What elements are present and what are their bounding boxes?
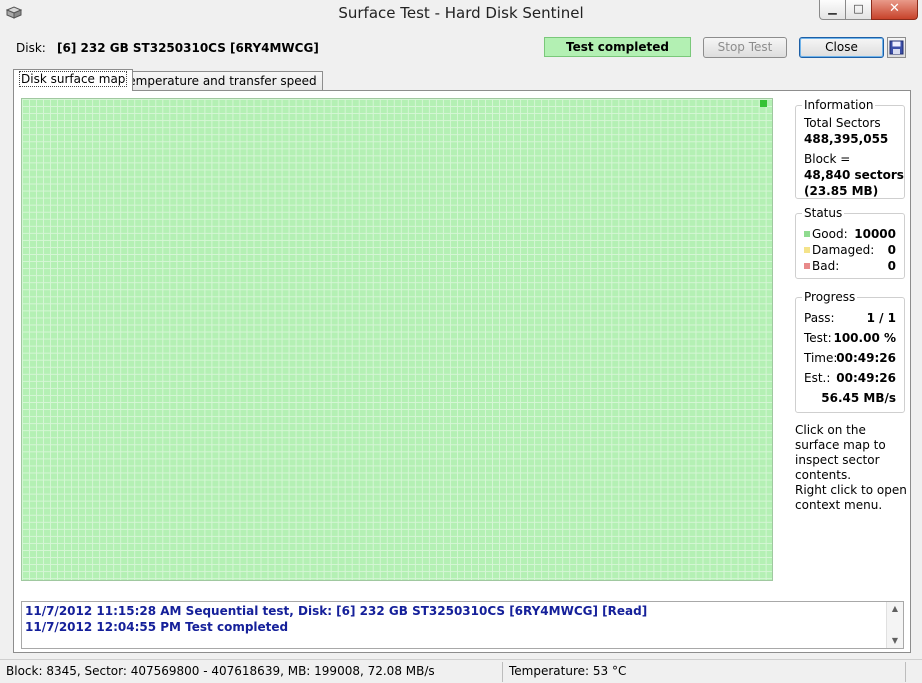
information-title: Information (802, 98, 876, 112)
save-button[interactable] (887, 37, 906, 58)
tab-disk-surface-map[interactable]: Disk surface map (13, 69, 134, 91)
title-bar: Surface Test - Hard Disk Sentinel ▁ □ ✕ (0, 0, 922, 28)
status-group: Status Good: 10000 Damaged: 0 Bad: 0 (795, 206, 905, 279)
bad-label: Bad: (812, 259, 840, 273)
minimize-button[interactable]: ▁ (819, 0, 846, 20)
close-button[interactable]: Close (799, 37, 884, 58)
window-close-button[interactable]: ✕ (871, 0, 918, 20)
progress-title: Progress (802, 290, 858, 304)
block-sectors-value: 48,840 sectors (804, 168, 904, 182)
test-label: Test: (804, 331, 832, 345)
right-click-hint: Right click to open context menu. (795, 483, 907, 512)
scroll-down-arrow-icon[interactable]: ▼ (887, 634, 903, 648)
information-group: Information Total Sectors 488,395,055 Bl… (795, 98, 905, 199)
damaged-color-swatch (804, 247, 810, 253)
stop-test-button[interactable]: Stop Test (703, 37, 787, 58)
transfer-speed-value: 56.45 MB/s (821, 391, 896, 405)
pass-label: Pass: (804, 311, 835, 325)
test-status-indicator: Test completed (544, 37, 691, 57)
log-scrollbar[interactable]: ▲ ▼ (886, 602, 903, 648)
time-label: Time: (804, 351, 838, 365)
est-label: Est.: (804, 371, 831, 385)
floppy-disk-icon (889, 40, 904, 55)
click-hint: Click on the surface map to inspect sect… (795, 423, 886, 482)
log-list[interactable]: 11/7/2012 11:15:28 AM Sequential test, D… (21, 601, 904, 649)
disk-name: [6] 232 GB ST3250310CS [6RY4MWCG] (57, 41, 319, 55)
disk-label: Disk: (16, 41, 46, 55)
est-value: 00:49:26 (836, 371, 896, 385)
status-bar: Block: 8345, Sector: 407569800 - 4076186… (0, 659, 922, 683)
total-sectors-value: 488,395,055 (804, 132, 889, 146)
status-separator (502, 662, 503, 682)
bad-color-swatch (804, 263, 810, 269)
block-label: Block = (804, 152, 851, 166)
tab-label: Temperature and transfer speed (123, 74, 317, 88)
log-entry: 11/7/2012 11:15:28 AM Sequential test, D… (25, 604, 648, 618)
test-percent-value: 100.00 % (833, 331, 896, 345)
damaged-count: 0 (887, 243, 896, 257)
current-block-marker (760, 100, 767, 107)
tab-panel: Information Total Sectors 488,395,055 Bl… (13, 90, 911, 653)
progress-group: Progress Pass: 1 / 1 Test: 100.00 % Time: 0… (795, 290, 905, 413)
status-title: Status (802, 206, 845, 220)
good-label: Good: (812, 227, 848, 241)
good-count: 10000 (854, 227, 896, 241)
temperature-readout: Temperature: 53 °C (509, 664, 627, 678)
block-size-value: (23.85 MB) (804, 184, 879, 198)
status-separator (905, 662, 906, 682)
window-title: Surface Test - Hard Disk Sentinel (338, 4, 584, 22)
pass-value: 1 / 1 (866, 311, 896, 325)
scroll-up-arrow-icon[interactable]: ▲ (887, 602, 903, 616)
maximize-button[interactable]: □ (845, 0, 872, 20)
total-sectors-label: Total Sectors (804, 116, 881, 130)
toolbar: Disk: [6] 232 GB ST3250310CS [6RY4MWCG] … (0, 28, 922, 66)
disk-surface-map[interactable] (21, 98, 773, 581)
log-entry: 11/7/2012 12:04:55 PM Test completed (25, 620, 289, 634)
tab-temperature-transfer-speed[interactable]: Temperature and transfer speed (117, 71, 323, 91)
time-value: 00:49:26 (836, 351, 896, 365)
damaged-label: Damaged: (812, 243, 875, 257)
current-block-info: Block: 8345, Sector: 407569800 - 4076186… (6, 664, 435, 678)
good-color-swatch (804, 231, 810, 237)
tab-label: Disk surface map (19, 71, 128, 87)
bad-count: 0 (887, 259, 896, 273)
